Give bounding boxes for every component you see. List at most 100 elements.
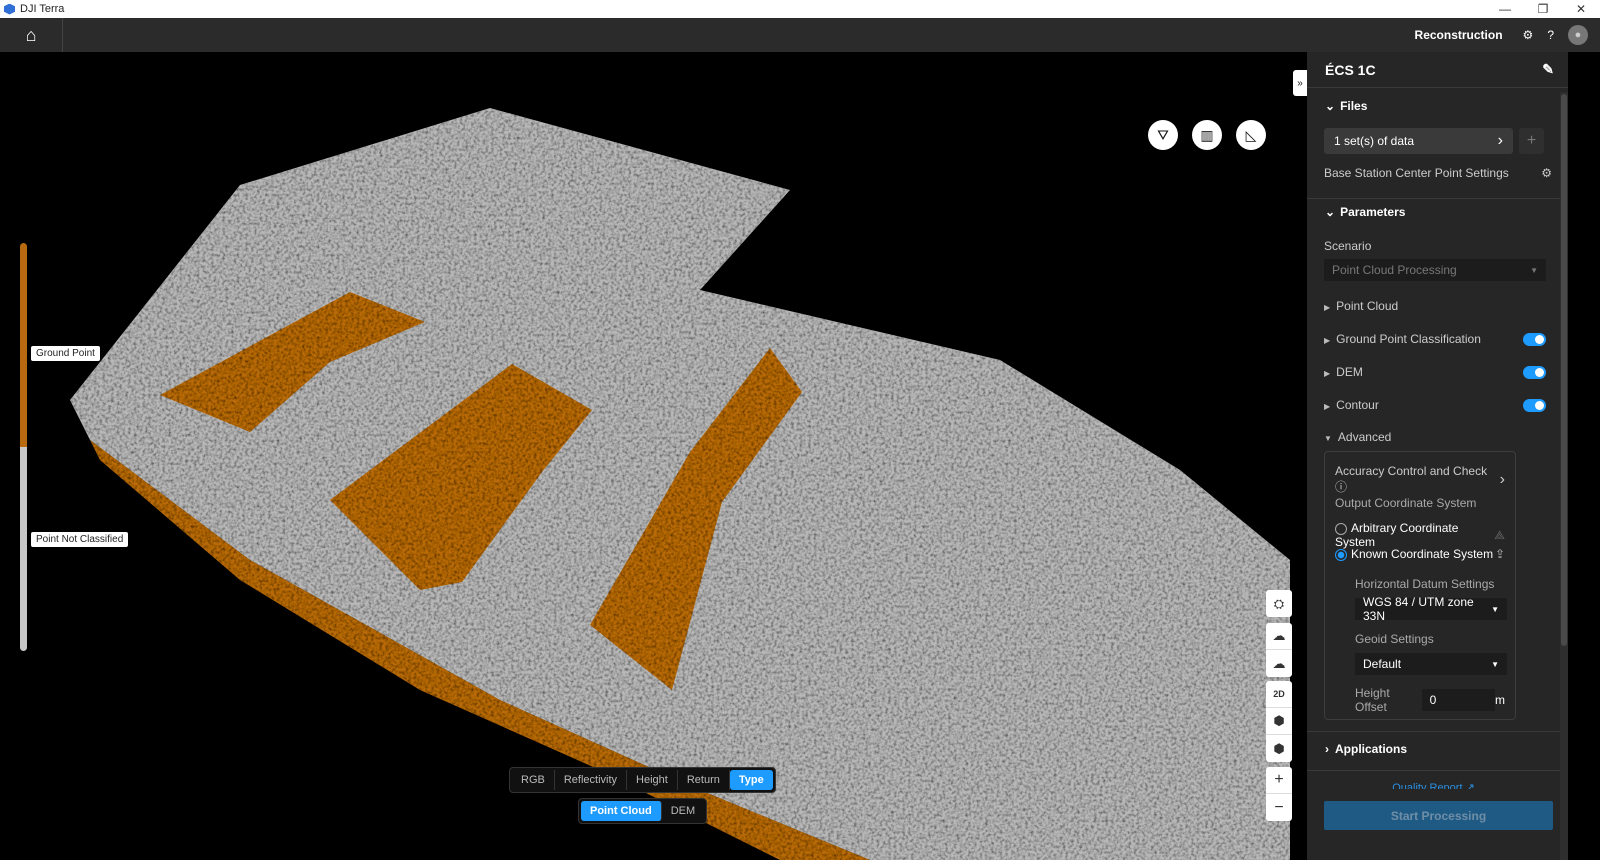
- advanced-row[interactable]: ▼ Advanced: [1324, 430, 1552, 444]
- scenario-select[interactable]: Point Cloud Processing ▼: [1324, 259, 1546, 281]
- dem-row[interactable]: ▶ DEM: [1324, 365, 1546, 379]
- radio-selected[interactable]: [1335, 548, 1347, 561]
- point-cloud-label: Point Cloud: [1336, 299, 1399, 313]
- ground-classification-row[interactable]: ▶ Ground Point Classification: [1324, 332, 1546, 346]
- base-station-settings[interactable]: Base Station Center Point Settings ⚙: [1324, 166, 1552, 180]
- zoom-in-button[interactable]: +: [1266, 767, 1292, 794]
- add-data-button[interactable]: +: [1519, 128, 1544, 154]
- color-mode-type[interactable]: Type: [729, 770, 773, 790]
- arbitrary-cs-label: Arbitrary Coordinate System: [1335, 521, 1459, 549]
- horizontal-datum-value: WGS 84 / UTM zone 33N: [1363, 595, 1474, 623]
- dem-label: DEM: [1336, 365, 1363, 379]
- expand-icon: ▶: [1324, 336, 1331, 345]
- view-3d-alt-button[interactable]: ⬢: [1266, 735, 1292, 762]
- contour-row[interactable]: ▶ Contour: [1324, 398, 1546, 412]
- cloud-download-button[interactable]: ☁: [1266, 650, 1292, 677]
- horizontal-datum-select[interactable]: WGS 84 / UTM zone 33N ▼: [1355, 595, 1507, 623]
- point-cloud-render: [70, 108, 1290, 860]
- arbitrary-cs-option[interactable]: Arbitrary Coordinate System ⟁: [1335, 521, 1505, 549]
- close-button[interactable]: ✕: [1562, 0, 1600, 18]
- info-icon: ⓘ: [1335, 480, 1348, 494]
- view-2d-button[interactable]: 2D: [1266, 681, 1292, 708]
- help-icon[interactable]: ?: [1547, 28, 1554, 42]
- divider: [1307, 731, 1560, 732]
- view-mode-dem[interactable]: DEM: [662, 801, 704, 821]
- panel-scrollbar[interactable]: [1560, 92, 1568, 860]
- files-header-label: Files: [1340, 99, 1368, 113]
- color-mode-return[interactable]: Return: [678, 770, 730, 790]
- advanced-label: Advanced: [1337, 430, 1392, 444]
- view-tools-group-3: 2D ⬢ ⬢: [1266, 681, 1292, 762]
- caret-down-icon: ▼: [1530, 265, 1538, 275]
- divider: [1307, 198, 1560, 199]
- restore-button[interactable]: ❐: [1524, 0, 1562, 18]
- geoid-select[interactable]: Default ▼: [1355, 653, 1507, 675]
- gear-icon[interactable]: ⚙: [1541, 166, 1552, 180]
- profile-tool-button[interactable]: ▥: [1192, 120, 1222, 150]
- app-logo-icon: [4, 3, 15, 15]
- filter-icon: ⛛: [1157, 126, 1169, 143]
- height-offset-input[interactable]: 0: [1421, 689, 1495, 711]
- home-button[interactable]: ⌂: [0, 18, 63, 52]
- output-cs-label: Output Coordinate System: [1335, 496, 1477, 510]
- legend-point-not-classified: Point Not Classified: [31, 532, 129, 547]
- settings-icon[interactable]: ⚙: [1523, 28, 1534, 42]
- collapse-panel-button[interactable]: »: [1293, 70, 1307, 96]
- point-cloud-row[interactable]: ▶ Point Cloud: [1324, 299, 1546, 313]
- expand-icon: ▶: [1324, 369, 1331, 378]
- start-processing-button[interactable]: Start Processing: [1324, 801, 1553, 830]
- measure-tool-button[interactable]: ◺: [1236, 120, 1266, 150]
- reset-view-button[interactable]: ⛭: [1266, 590, 1292, 617]
- view-tools-group-2: ☁ ☁: [1266, 623, 1292, 677]
- point-cloud-viewport[interactable]: ⛛ ▥ ◺ » Ground Point Point Not Classifie…: [0, 52, 1307, 860]
- import-icon[interactable]: ⇪: [1495, 547, 1505, 561]
- home-icon: ⌂: [25, 24, 37, 45]
- known-cs-option[interactable]: Known Coordinate System ⇪: [1335, 547, 1505, 561]
- dem-toggle[interactable]: [1523, 365, 1546, 379]
- panel-header: ÉCS 1C ✎: [1307, 52, 1568, 88]
- color-mode-rgb[interactable]: RGB: [512, 770, 555, 790]
- expand-icon: ▶: [1324, 402, 1331, 411]
- axes-icon[interactable]: ⟁: [1494, 528, 1505, 543]
- cloud-upload-button[interactable]: ☁: [1266, 623, 1292, 650]
- profile-icon: ▥: [1200, 126, 1214, 143]
- scenario-label: Scenario: [1324, 239, 1372, 253]
- color-mode-reflectivity[interactable]: Reflectivity: [555, 770, 628, 790]
- geoid-value: Default: [1363, 657, 1402, 671]
- minimize-button[interactable]: —: [1486, 0, 1524, 18]
- ruler-icon: ◺: [1245, 126, 1257, 143]
- chevron-right-icon: ›: [1497, 132, 1503, 149]
- zoom-out-button[interactable]: −: [1266, 794, 1292, 821]
- horizontal-datum-label: Horizontal Datum Settings: [1355, 577, 1495, 591]
- expand-icon: ▶: [1324, 303, 1331, 312]
- height-offset-unit: m: [1495, 693, 1505, 707]
- filter-tool-button[interactable]: ⛛: [1148, 120, 1178, 150]
- quality-report-link[interactable]: Quality Report ↗: [1307, 781, 1560, 789]
- edit-icon[interactable]: ✎: [1542, 61, 1554, 78]
- scrollbar-thumb[interactable]: [1561, 94, 1567, 646]
- view-tools-group-1: ⛭: [1266, 590, 1292, 617]
- chevron-right-icon: ›: [1499, 470, 1505, 488]
- files-section-header[interactable]: ⌄ Files: [1307, 99, 1367, 113]
- user-icon: ●: [1574, 29, 1582, 41]
- contour-toggle[interactable]: [1523, 398, 1546, 412]
- applications-section-header[interactable]: › Applications: [1307, 742, 1407, 756]
- double-chevron-icon: »: [1297, 77, 1303, 89]
- color-mode-bar: RGB Reflectivity Height Return Type: [509, 767, 776, 793]
- accuracy-control-row[interactable]: Accuracy Control and Check ⓘ ›: [1335, 464, 1505, 495]
- collapse-icon: ▼: [1324, 434, 1332, 443]
- dataset-label: 1 set(s) of data: [1334, 134, 1415, 148]
- color-mode-height[interactable]: Height: [627, 770, 678, 790]
- dataset-button[interactable]: 1 set(s) of data ›: [1324, 128, 1513, 154]
- contour-label: Contour: [1336, 398, 1379, 412]
- divider: [1307, 770, 1560, 771]
- avatar[interactable]: ●: [1568, 25, 1588, 45]
- height-offset-label: Height Offset: [1355, 686, 1390, 714]
- mode-label[interactable]: Reconstruction: [1415, 28, 1503, 42]
- ground-classification-toggle[interactable]: [1523, 332, 1546, 346]
- view-3d-button[interactable]: ⬢: [1266, 708, 1292, 735]
- radio-unselected[interactable]: [1335, 522, 1347, 535]
- applications-label: Applications: [1335, 742, 1408, 756]
- parameters-section-header[interactable]: ⌄ Parameters: [1307, 205, 1405, 219]
- view-mode-point-cloud[interactable]: Point Cloud: [581, 801, 662, 821]
